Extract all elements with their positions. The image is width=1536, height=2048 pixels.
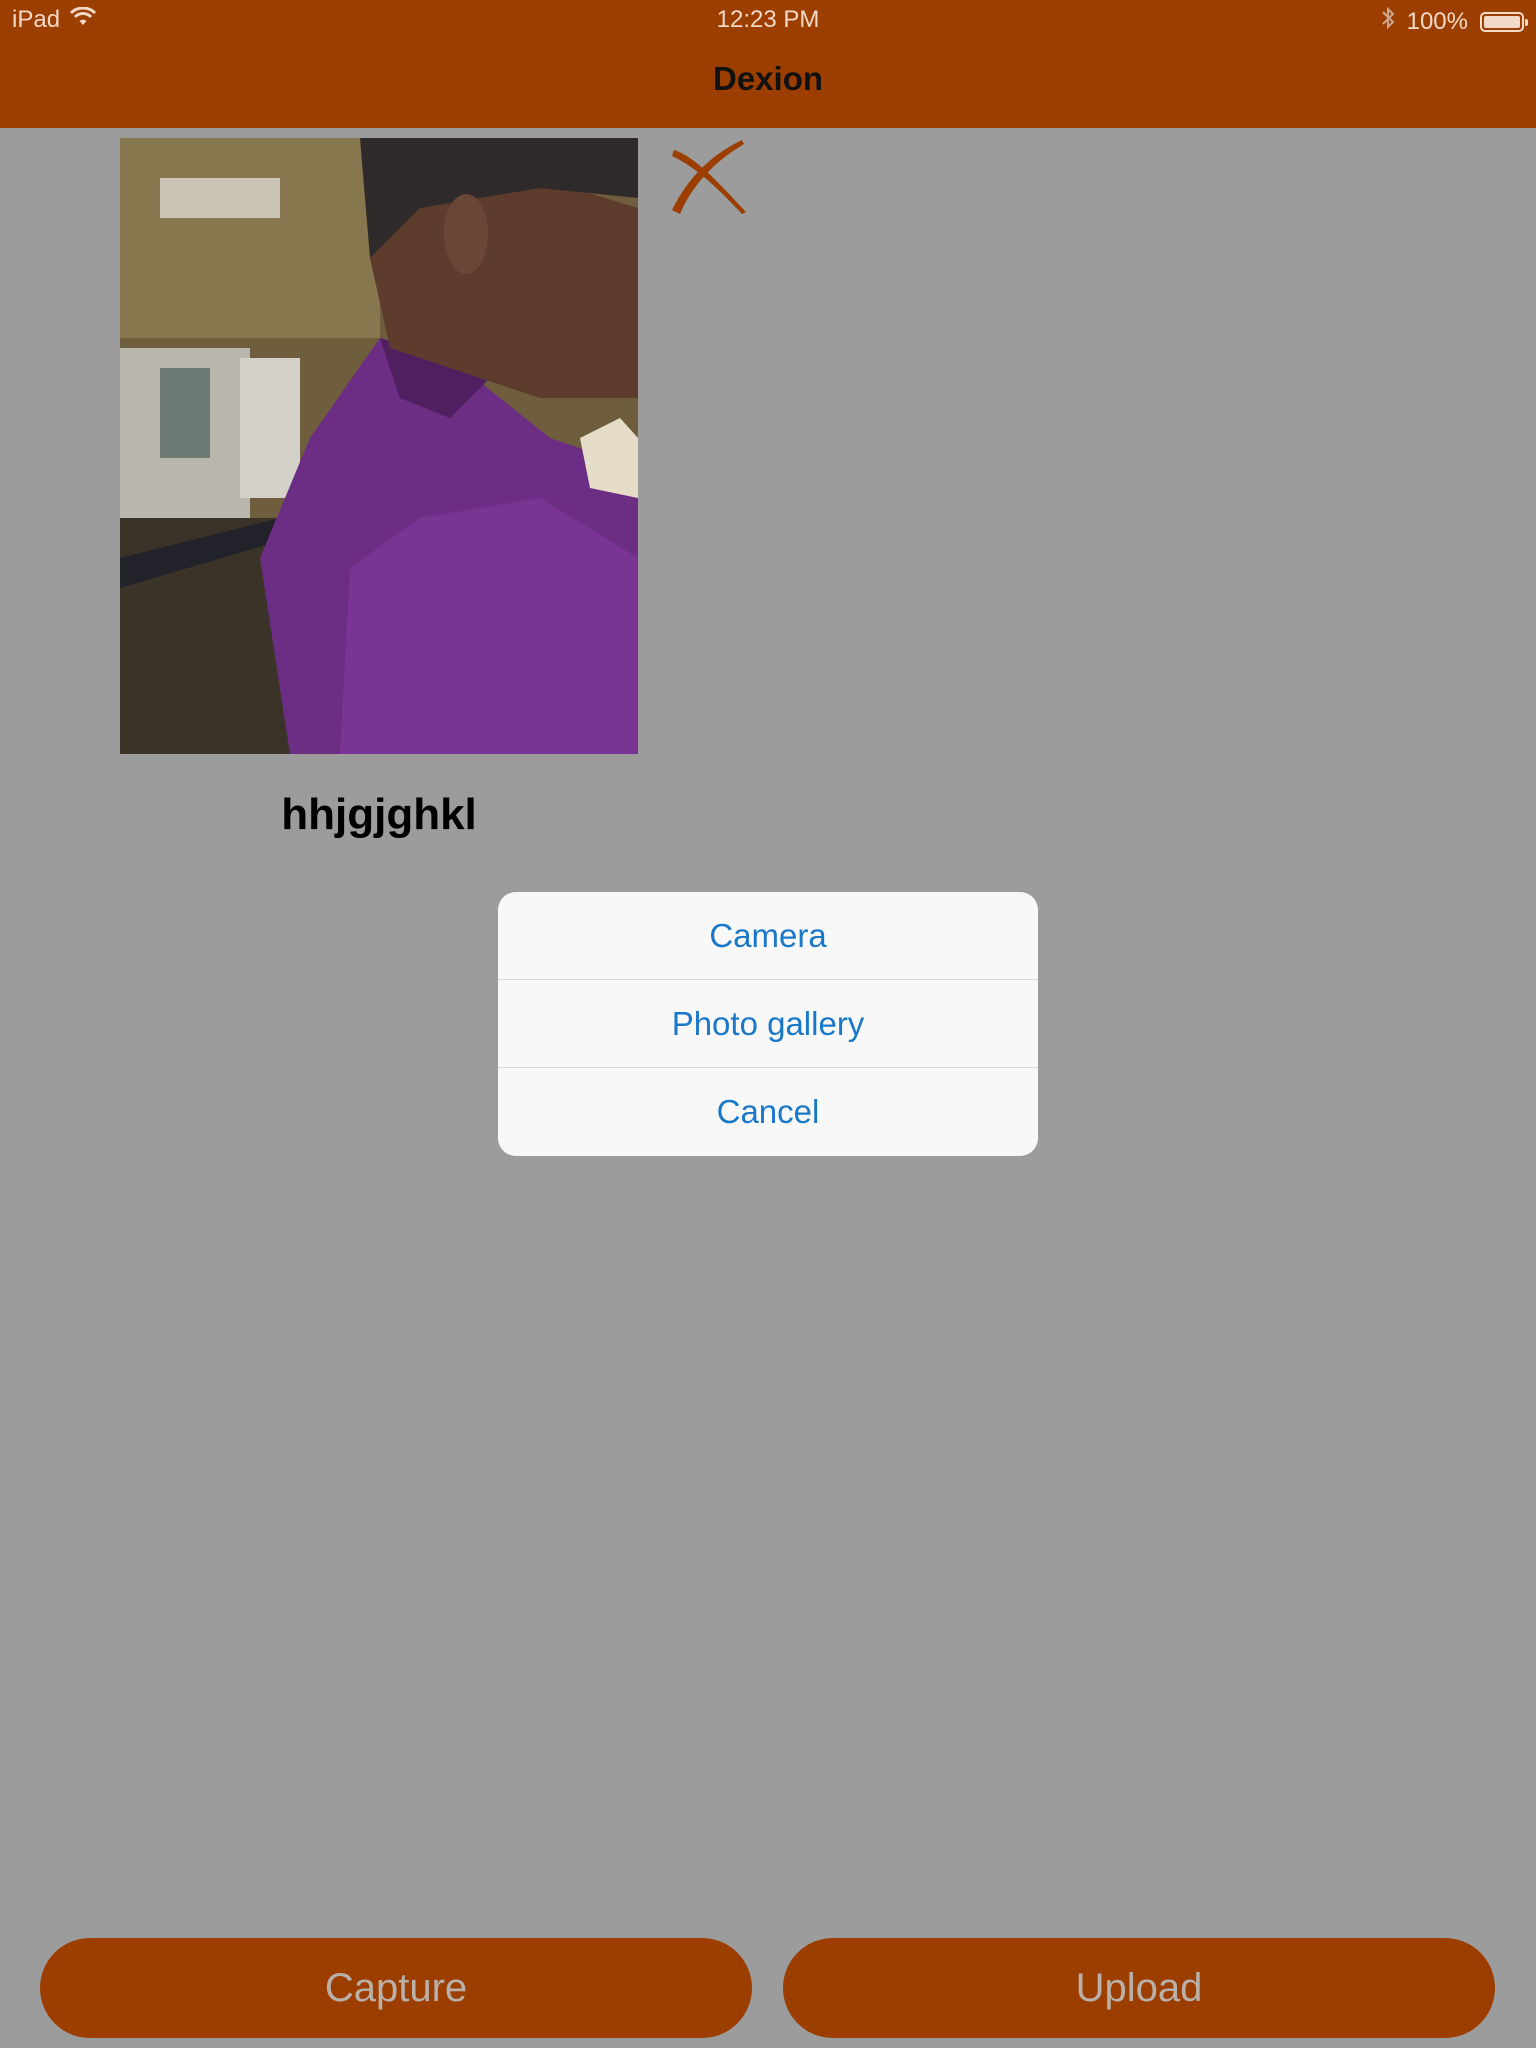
bluetooth-icon — [1381, 6, 1395, 37]
upload-button[interactable]: Upload — [783, 1938, 1495, 2038]
battery-percent: 100% — [1406, 7, 1468, 35]
captured-photo — [120, 138, 638, 754]
photo-caption: hhjgjghkl — [281, 790, 477, 839]
status-right: 100% — [1381, 6, 1528, 37]
photo-gallery-option[interactable]: Photo gallery — [498, 980, 1038, 1068]
status-time: 12:23 PM — [716, 6, 820, 33]
battery-icon — [1480, 11, 1528, 32]
image-source-action-sheet: Camera Photo gallery Cancel — [498, 892, 1038, 1156]
capture-button[interactable]: Capture — [40, 1938, 752, 2038]
top-bar: iPad 12:23 PM 100% Dexion — [0, 0, 1536, 128]
cancel-option[interactable]: Cancel — [498, 1068, 1038, 1156]
camera-option[interactable]: Camera — [498, 892, 1038, 980]
close-icon[interactable] — [664, 136, 748, 216]
page-title: Dexion — [712, 60, 824, 97]
